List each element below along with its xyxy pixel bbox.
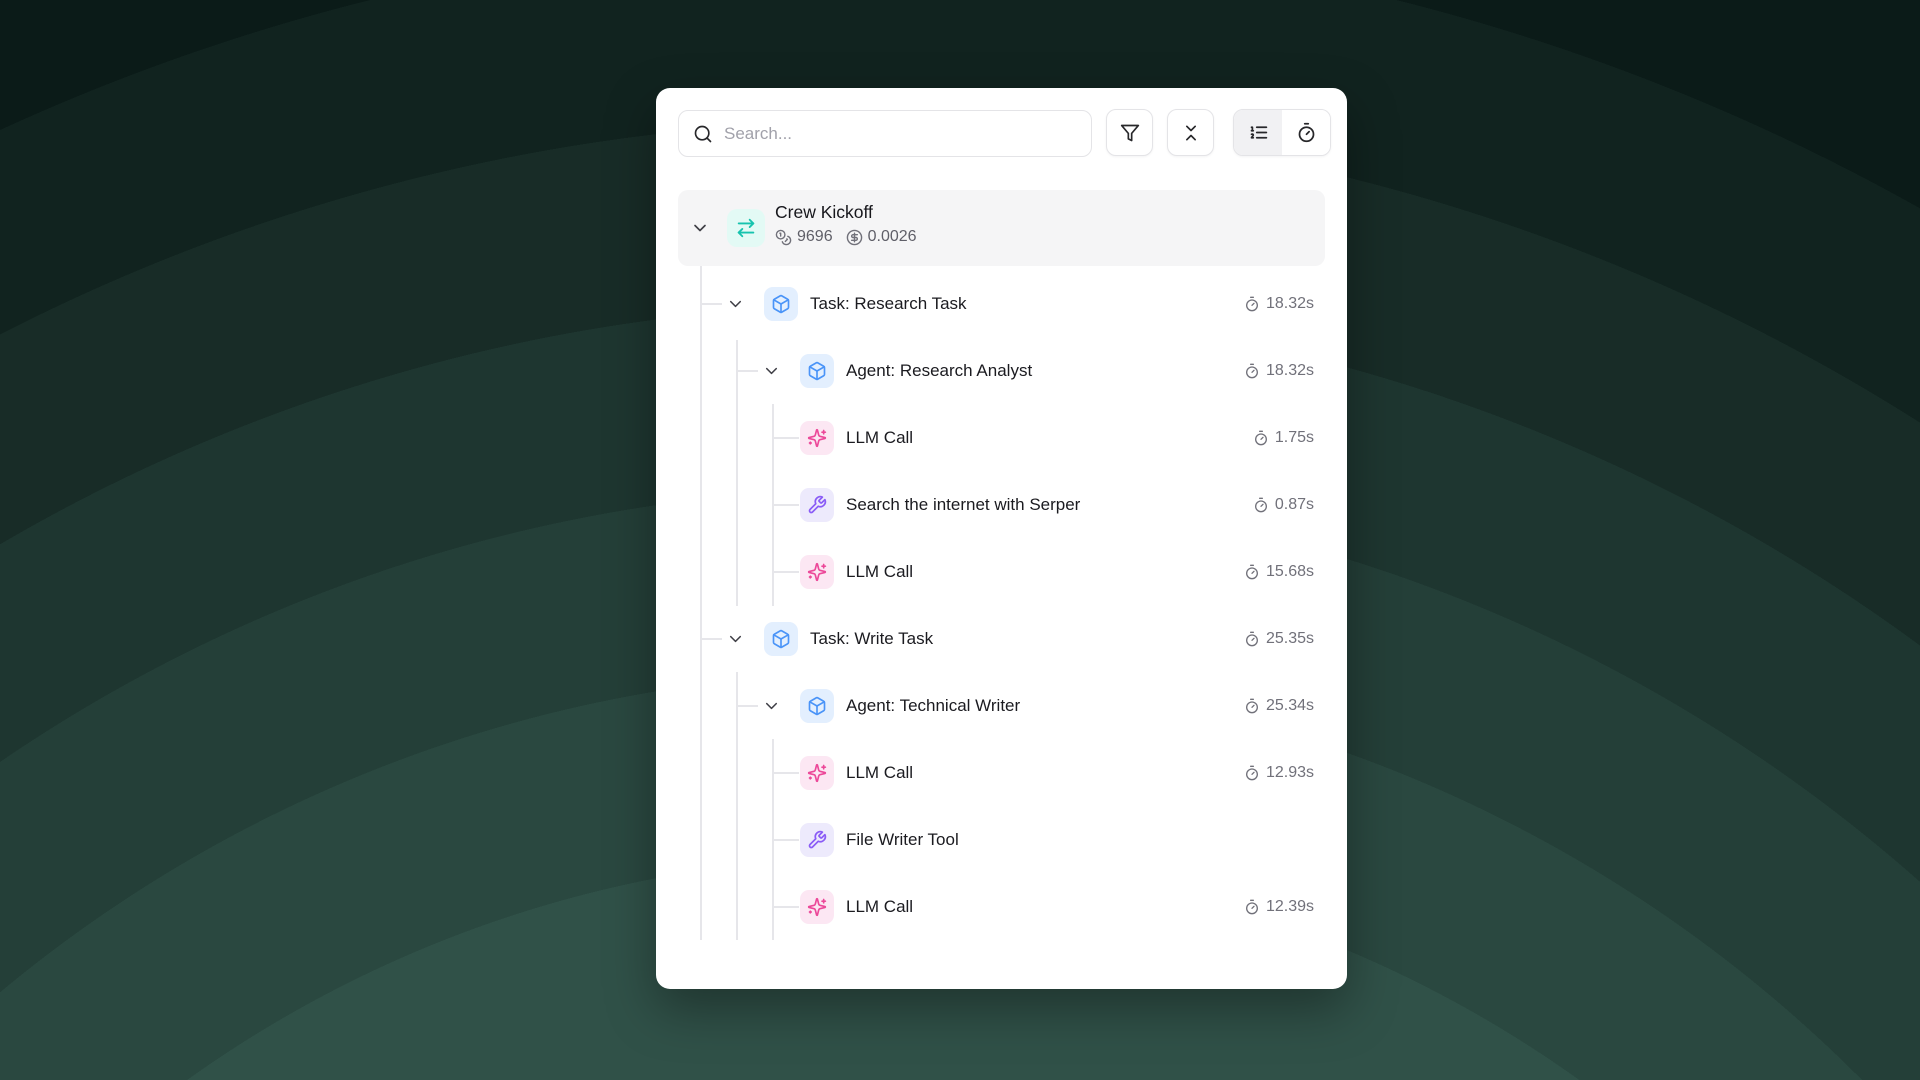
duration-value: 18.32s [1266,362,1314,380]
sparkles-icon [800,890,834,924]
span-row-llm-call[interactable]: LLM Call 15.68s [678,539,1325,605]
stopwatch-icon [1244,698,1260,714]
span-label: LLM Call [846,897,913,917]
sparkles-icon [800,421,834,455]
duration-value: 0.87s [1275,496,1314,514]
stopwatch-icon [1244,363,1260,379]
trace-panel: Crew Kickoff 9696 0.0026 [656,88,1347,989]
span-duration: 12.39s [1244,898,1314,916]
span-row-llm-call[interactable]: LLM Call 12.39s [678,874,1325,940]
cube-icon [764,287,798,321]
span-duration: 25.35s [1244,630,1314,648]
span-label: LLM Call [846,428,913,448]
stopwatch-icon [1244,631,1260,647]
duration-value: 15.68s [1266,563,1314,581]
chevron-down-icon[interactable] [726,295,745,314]
span-duration: 0.87s [1253,496,1314,514]
cube-icon [764,622,798,656]
cube-icon [800,689,834,723]
span-row-llm-call[interactable]: LLM Call 1.75s [678,405,1325,471]
sparkles-icon [800,756,834,790]
span-row-llm-call[interactable]: LLM Call 12.93s [678,740,1325,806]
span-duration: 18.32s [1244,295,1314,313]
span-row-task-research[interactable]: Task: Research Task 18.32s [678,271,1325,337]
span-duration: 18.32s [1244,362,1314,380]
span-row-serper-tool[interactable]: Search the internet with Serper 0.87s [678,472,1325,538]
span-label: Search the internet with Serper [846,495,1080,515]
cube-icon [800,354,834,388]
stopwatch-icon [1244,899,1260,915]
span-duration: 15.68s [1244,563,1314,581]
span-label: Agent: Research Analyst [846,361,1032,381]
wrench-icon [800,823,834,857]
duration-value: 25.34s [1266,697,1314,715]
span-duration: 12.93s [1244,764,1314,782]
duration-value: 25.35s [1266,630,1314,648]
duration-value: 12.39s [1266,898,1314,916]
span-row-agent-research[interactable]: Agent: Research Analyst 18.32s [678,338,1325,404]
span-tree: Task: Research Task 18.32s Agent: Resear… [656,88,1347,989]
duration-value: 12.93s [1266,764,1314,782]
stopwatch-icon [1253,497,1269,513]
span-label: LLM Call [846,562,913,582]
wrench-icon [800,488,834,522]
chevron-down-icon[interactable] [762,697,781,716]
span-duration: 1.75s [1253,429,1314,447]
span-duration: 25.34s [1244,697,1314,715]
stopwatch-icon [1244,564,1260,580]
span-row-agent-writer[interactable]: Agent: Technical Writer 25.34s [678,673,1325,739]
stopwatch-icon [1244,765,1260,781]
duration-value: 18.32s [1266,295,1314,313]
span-label: Task: Research Task [810,294,967,314]
span-label: LLM Call [846,763,913,783]
stopwatch-icon [1253,430,1269,446]
stopwatch-icon [1244,296,1260,312]
span-label: Task: Write Task [810,629,933,649]
sparkles-icon [800,555,834,589]
chevron-down-icon[interactable] [762,362,781,381]
span-row-task-write[interactable]: Task: Write Task 25.35s [678,606,1325,672]
chevron-down-icon[interactable] [726,630,745,649]
duration-value: 1.75s [1275,429,1314,447]
span-label: Agent: Technical Writer [846,696,1020,716]
span-row-file-writer-tool[interactable]: File Writer Tool [678,807,1325,873]
span-label: File Writer Tool [846,830,959,850]
